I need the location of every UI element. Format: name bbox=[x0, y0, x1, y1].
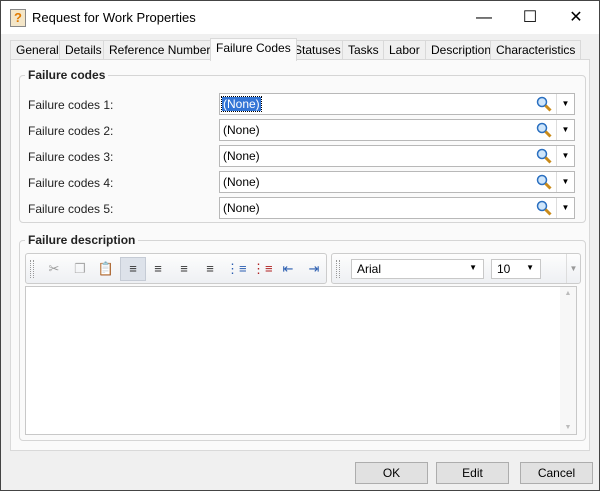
chevron-down-icon: ▼ bbox=[469, 263, 477, 272]
font-select[interactable]: Arial ▼ bbox=[351, 259, 484, 279]
tab-failure-codes[interactable]: Failure Codes bbox=[210, 38, 297, 61]
toolbar-overflow-button[interactable]: ▼ bbox=[566, 254, 580, 283]
search-icon[interactable] bbox=[536, 174, 552, 190]
toolbar-grip[interactable] bbox=[336, 260, 340, 278]
chevron-down-icon: ▼ bbox=[526, 263, 534, 272]
failure-code-4-field[interactable]: (None) ▼ bbox=[219, 171, 575, 193]
tab-tasks[interactable]: Tasks bbox=[342, 40, 385, 60]
failure-code-label: Failure codes 2: bbox=[28, 124, 114, 138]
numbered-list-icon[interactable]: ⋮≡ bbox=[252, 260, 273, 278]
tab-reference-numbers[interactable]: Reference Numbers bbox=[103, 40, 223, 60]
failure-code-label: Failure codes 1: bbox=[28, 98, 114, 112]
dropdown-button[interactable]: ▼ bbox=[556, 198, 574, 218]
search-icon[interactable] bbox=[536, 200, 552, 216]
minimize-button[interactable]: — bbox=[461, 1, 507, 34]
toolbar-grip[interactable] bbox=[30, 260, 34, 278]
maximize-button[interactable]: ☐ bbox=[507, 1, 553, 34]
vertical-scrollbar[interactable]: ▲ ▼ bbox=[560, 287, 576, 434]
formatting-toolbar: ✂ ❐ 📋 ≡ ≡ ≡ ≡ ⋮≡ ⋮≡ ⇤ ⇥ bbox=[25, 253, 327, 284]
font-toolbar: Arial ▼ 10 ▼ ▼ bbox=[331, 253, 581, 284]
dropdown-button[interactable]: ▼ bbox=[556, 94, 574, 114]
cut-icon[interactable]: ✂ bbox=[44, 260, 64, 278]
font-value: Arial bbox=[357, 262, 382, 276]
dropdown-button[interactable]: ▼ bbox=[556, 146, 574, 166]
field-value: (None) bbox=[221, 96, 262, 112]
failure-code-1-field[interactable]: (None) ▼ bbox=[219, 93, 575, 115]
failure-code-label: Failure codes 5: bbox=[28, 202, 114, 216]
increase-indent-icon[interactable]: ⇥ bbox=[304, 260, 324, 278]
search-icon[interactable] bbox=[536, 96, 552, 112]
close-button[interactable]: ✕ bbox=[553, 1, 599, 34]
font-size-value: 10 bbox=[497, 262, 511, 276]
app-icon: ? bbox=[10, 9, 26, 27]
ok-button[interactable]: OK bbox=[355, 462, 428, 484]
tab-labor[interactable]: Labor bbox=[383, 40, 426, 60]
dropdown-button[interactable]: ▼ bbox=[556, 172, 574, 192]
failure-description-group: Failure description ✂ ❐ 📋 ≡ ≡ ≡ ≡ ⋮≡ ⋮≡ … bbox=[19, 233, 586, 441]
cancel-button[interactable]: Cancel bbox=[520, 462, 593, 484]
field-value: (None) bbox=[223, 175, 260, 189]
align-center-icon[interactable]: ≡ bbox=[148, 260, 168, 278]
tab-panel: Failure codes Failure codes 1: (None) ▼ … bbox=[10, 59, 590, 451]
tab-description[interactable]: Description bbox=[425, 40, 498, 60]
group-label: Failure codes bbox=[25, 68, 109, 82]
failure-code-2-field[interactable]: (None) ▼ bbox=[219, 119, 575, 141]
tab-statuses[interactable]: Statuses bbox=[288, 40, 347, 60]
paste-icon[interactable]: 📋 bbox=[96, 260, 116, 278]
group-label: Failure description bbox=[25, 233, 139, 247]
field-value: (None) bbox=[223, 123, 260, 137]
failure-code-label: Failure codes 3: bbox=[28, 150, 114, 164]
failure-description-editor[interactable]: ▲ ▼ bbox=[25, 286, 577, 435]
align-left-icon[interactable]: ≡ bbox=[120, 257, 146, 281]
field-value: (None) bbox=[223, 149, 260, 163]
tab-details[interactable]: Details bbox=[59, 40, 108, 60]
properties-dialog: ? Request for Work Properties — ☐ ✕ Gene… bbox=[0, 0, 600, 491]
decrease-indent-icon[interactable]: ⇤ bbox=[278, 260, 298, 278]
edit-button[interactable]: Edit bbox=[436, 462, 509, 484]
failure-code-3-field[interactable]: (None) ▼ bbox=[219, 145, 575, 167]
window-title: Request for Work Properties bbox=[32, 10, 196, 25]
field-value: (None) bbox=[223, 201, 260, 215]
search-icon[interactable] bbox=[536, 148, 552, 164]
font-size-select[interactable]: 10 ▼ bbox=[491, 259, 541, 279]
failure-code-label: Failure codes 4: bbox=[28, 176, 114, 190]
search-icon[interactable] bbox=[536, 122, 552, 138]
justify-icon[interactable]: ≡ bbox=[200, 260, 220, 278]
tab-general[interactable]: General bbox=[10, 40, 65, 60]
align-right-icon[interactable]: ≡ bbox=[174, 260, 194, 278]
copy-icon[interactable]: ❐ bbox=[70, 260, 90, 278]
title-bar: ? Request for Work Properties — ☐ ✕ bbox=[1, 1, 599, 34]
tab-characteristics[interactable]: Characteristics bbox=[490, 40, 582, 60]
failure-codes-group: Failure codes Failure codes 1: (None) ▼ … bbox=[19, 68, 586, 223]
failure-code-5-field[interactable]: (None) ▼ bbox=[219, 197, 575, 219]
bullet-list-icon[interactable]: ⋮≡ bbox=[226, 260, 247, 278]
dropdown-button[interactable]: ▼ bbox=[556, 120, 574, 140]
